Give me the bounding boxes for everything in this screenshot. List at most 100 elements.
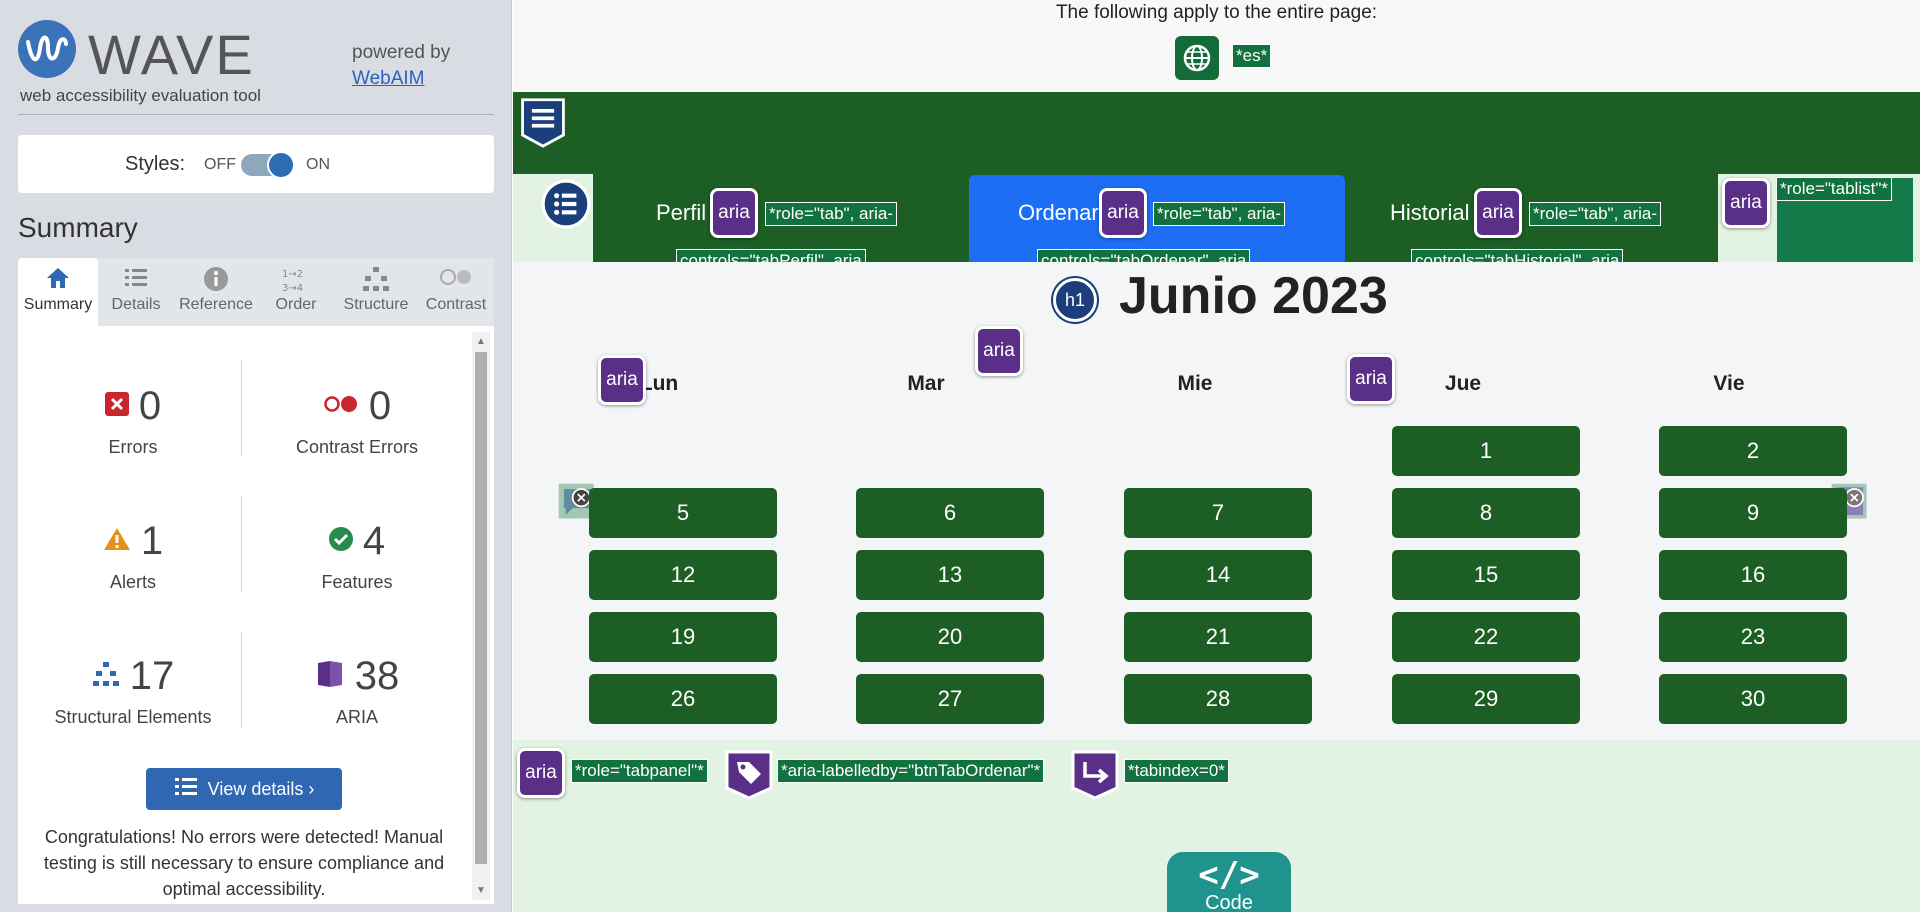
- summary-scrollbar[interactable]: ▲ ▼: [472, 332, 490, 900]
- aria-attr-tag: *role="tab", aria-: [1152, 202, 1286, 226]
- alert-icon: [103, 527, 131, 556]
- day-button[interactable]: 26: [589, 674, 777, 724]
- day-button[interactable]: 1: [1392, 426, 1580, 476]
- nav-tab-label: Perfil: [656, 200, 707, 225]
- day-button[interactable]: 20: [856, 612, 1044, 662]
- page-note-text: The following apply to the entire page:: [1055, 2, 1378, 23]
- day-button[interactable]: 8: [1392, 488, 1580, 538]
- stat-errors[interactable]: 0 Errors: [28, 384, 238, 458]
- day-button[interactable]: 19: [589, 612, 777, 662]
- lang-tag: *es*: [1231, 44, 1272, 68]
- day-button[interactable]: 14: [1124, 550, 1312, 600]
- day-button[interactable]: 28: [1124, 674, 1312, 724]
- day-button[interactable]: 30: [1659, 674, 1847, 724]
- code-icon: </>: [1198, 855, 1260, 895]
- summary-heading: Summary: [18, 212, 138, 243]
- day-button[interactable]: 12: [589, 550, 777, 600]
- styles-label: Styles:: [125, 153, 186, 175]
- day-button[interactable]: 9: [1659, 488, 1847, 538]
- code-label: Code: [1205, 892, 1253, 912]
- home-icon: [18, 258, 98, 296]
- styles-off-label: OFF: [204, 156, 236, 173]
- stat-aria[interactable]: 38 ARIA: [252, 654, 462, 728]
- scroll-thumb[interactable]: [475, 352, 487, 864]
- sidebar-divider: [18, 114, 494, 115]
- stat-contrast-errors[interactable]: 0 Contrast Errors: [252, 384, 462, 458]
- nav-tab-label: Ordenar: [1018, 200, 1099, 225]
- aria-label: ARIA: [335, 707, 378, 727]
- day-button[interactable]: 2: [1659, 426, 1847, 476]
- aria-badge[interactable]: aria: [1474, 188, 1522, 238]
- page-wide-note: The following apply to the entire page: …: [513, 0, 1920, 92]
- h1-badge[interactable]: h1: [1053, 278, 1097, 322]
- day-button[interactable]: 22: [1392, 612, 1580, 662]
- scroll-down-icon[interactable]: ▼: [476, 885, 486, 896]
- day-button[interactable]: 6: [856, 488, 1044, 538]
- tab-structure[interactable]: Structure: [336, 258, 416, 326]
- contrast-errors-count: 0: [368, 384, 392, 428]
- tab-reference[interactable]: Reference: [176, 258, 256, 326]
- tabindex-arrow-icon[interactable]: [1069, 748, 1121, 800]
- stat-alerts[interactable]: 1 Alerts: [28, 519, 238, 593]
- tab-contrast[interactable]: Contrast: [416, 258, 496, 326]
- aria-badge[interactable]: aria: [598, 355, 646, 405]
- day-button[interactable]: 23: [1659, 612, 1847, 662]
- day-header-lun: Lun: [639, 372, 679, 395]
- tab-label: Reference: [179, 296, 253, 313]
- aria-badge[interactable]: aria: [710, 188, 758, 238]
- contrast-icon: [416, 258, 496, 296]
- wave-logo-icon: [18, 20, 76, 78]
- aria-count: 38: [354, 654, 400, 698]
- toggle-knob: [267, 151, 295, 179]
- wave-tab-bar: Summary Details Reference 1→2 3→4 Order S…: [18, 258, 494, 326]
- day-button[interactable]: 16: [1659, 550, 1847, 600]
- day-header-jue: Jue: [1444, 372, 1482, 395]
- day-button[interactable]: 15: [1392, 550, 1580, 600]
- label-tag-icon[interactable]: [723, 748, 775, 800]
- day-button[interactable]: 5: [589, 488, 777, 538]
- svg-text:3→4: 3→4: [282, 283, 303, 294]
- view-details-button[interactable]: View details ›: [146, 768, 342, 810]
- aria-badge[interactable]: aria: [975, 326, 1023, 376]
- day-button[interactable]: 21: [1124, 612, 1312, 662]
- summary-panel: ▲ ▼ 0 Errors 0 Contrast Errors 1 Alerts …: [18, 326, 494, 904]
- aria-attr-tag: *role="tab", aria-: [1528, 202, 1662, 226]
- styles-on-label: ON: [306, 156, 330, 173]
- aria-badge[interactable]: aria: [517, 748, 565, 798]
- list-structure-icon[interactable]: [517, 96, 569, 148]
- unordered-list-icon[interactable]: [540, 178, 592, 230]
- wave-tagline: web accessibility evaluation tool: [20, 86, 261, 105]
- day-button[interactable]: 27: [856, 674, 1044, 724]
- day-button[interactable]: 29: [1392, 674, 1580, 724]
- webaim-link[interactable]: WebAIM: [352, 66, 450, 92]
- stat-structural[interactable]: 17 Structural Elements: [28, 654, 238, 728]
- aria-badge[interactable]: aria: [1722, 178, 1770, 228]
- tab-label: Details: [111, 296, 161, 313]
- stat-divider: [241, 632, 242, 728]
- aria-badge[interactable]: aria: [1347, 354, 1395, 404]
- list-icon: [174, 769, 198, 811]
- svg-text:1→2: 1→2: [282, 269, 303, 280]
- stat-divider: [241, 360, 242, 456]
- tab-summary[interactable]: Summary: [18, 258, 98, 326]
- aria-attr-tag: *role="tablist"*: [1776, 177, 1892, 201]
- evaluated-page: The following apply to the entire page: …: [513, 0, 1920, 912]
- styles-toggle[interactable]: [241, 151, 295, 179]
- view-details-label: View details ›: [207, 779, 315, 799]
- language-globe-icon[interactable]: [1175, 36, 1219, 80]
- day-button[interactable]: 7: [1124, 488, 1312, 538]
- code-toggle-button[interactable]: </> Code: [1167, 852, 1291, 912]
- tab-order[interactable]: 1→2 3→4 Order: [256, 258, 336, 326]
- error-icon: [104, 392, 129, 421]
- alerts-count: 1: [140, 519, 164, 563]
- tabindex-tag: *tabindex=0*: [1124, 759, 1229, 783]
- info-icon: [176, 258, 256, 296]
- stat-features[interactable]: 4 Features: [252, 519, 462, 593]
- powered-by: powered by WebAIM: [352, 40, 450, 92]
- day-button[interactable]: 13: [856, 550, 1044, 600]
- tab-details[interactable]: Details: [96, 258, 176, 326]
- aria-badge[interactable]: aria: [1099, 188, 1147, 238]
- page-title: Junio 2023: [1119, 267, 1388, 325]
- scroll-up-icon[interactable]: ▲: [476, 336, 486, 347]
- contrast-errors-label: Contrast Errors: [295, 437, 419, 457]
